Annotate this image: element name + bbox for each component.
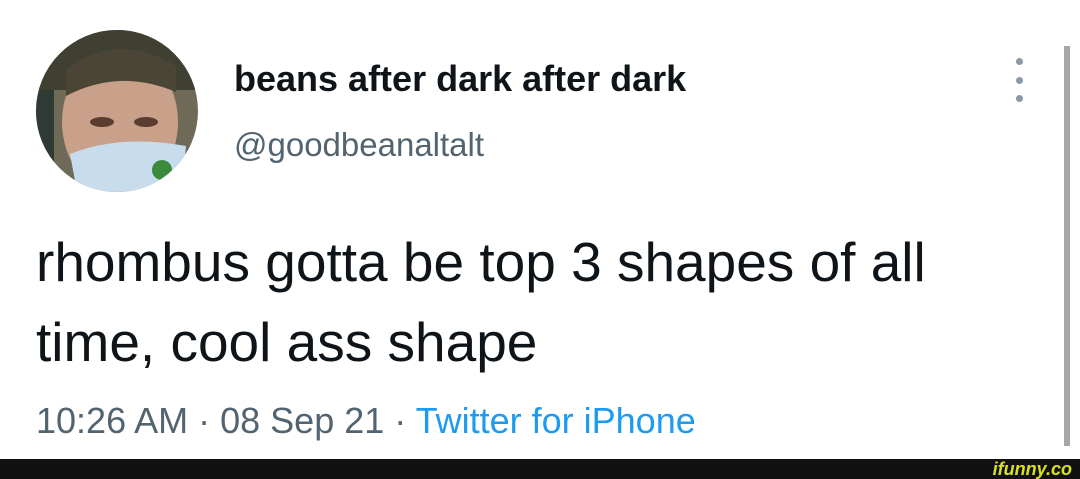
more-dot bbox=[1015, 95, 1023, 102]
meta-separator: · bbox=[188, 400, 221, 441]
tweet-meta: 10:26 AM · 08 Sep 21 · Twitter for iPhon… bbox=[36, 400, 696, 442]
avatar[interactable] bbox=[36, 30, 198, 192]
avatar-photo bbox=[36, 30, 198, 192]
scrollbar[interactable] bbox=[1064, 46, 1070, 446]
tweet-time[interactable]: 10:26 AM bbox=[36, 400, 188, 441]
tweet-card: beans after dark after dark @goodbeanalt… bbox=[0, 0, 1080, 459]
more-dot bbox=[1015, 58, 1023, 65]
user-handle[interactable]: @goodbeanaltalt bbox=[234, 126, 484, 164]
more-dot bbox=[1015, 76, 1023, 84]
tweet-date[interactable]: 08 Sep 21 bbox=[220, 400, 384, 441]
display-name[interactable]: beans after dark after dark bbox=[234, 58, 686, 100]
ifunny-watermark: ifunny.co bbox=[992, 459, 1072, 479]
tweet-text: rhombus gotta be top 3 shapes of all tim… bbox=[36, 231, 926, 373]
more-options-icon[interactable] bbox=[1004, 58, 1034, 102]
footer-bar: ifunny.co bbox=[0, 459, 1080, 479]
meta-separator: · bbox=[384, 400, 416, 441]
tweet-source-link[interactable]: Twitter for iPhone bbox=[416, 400, 696, 441]
